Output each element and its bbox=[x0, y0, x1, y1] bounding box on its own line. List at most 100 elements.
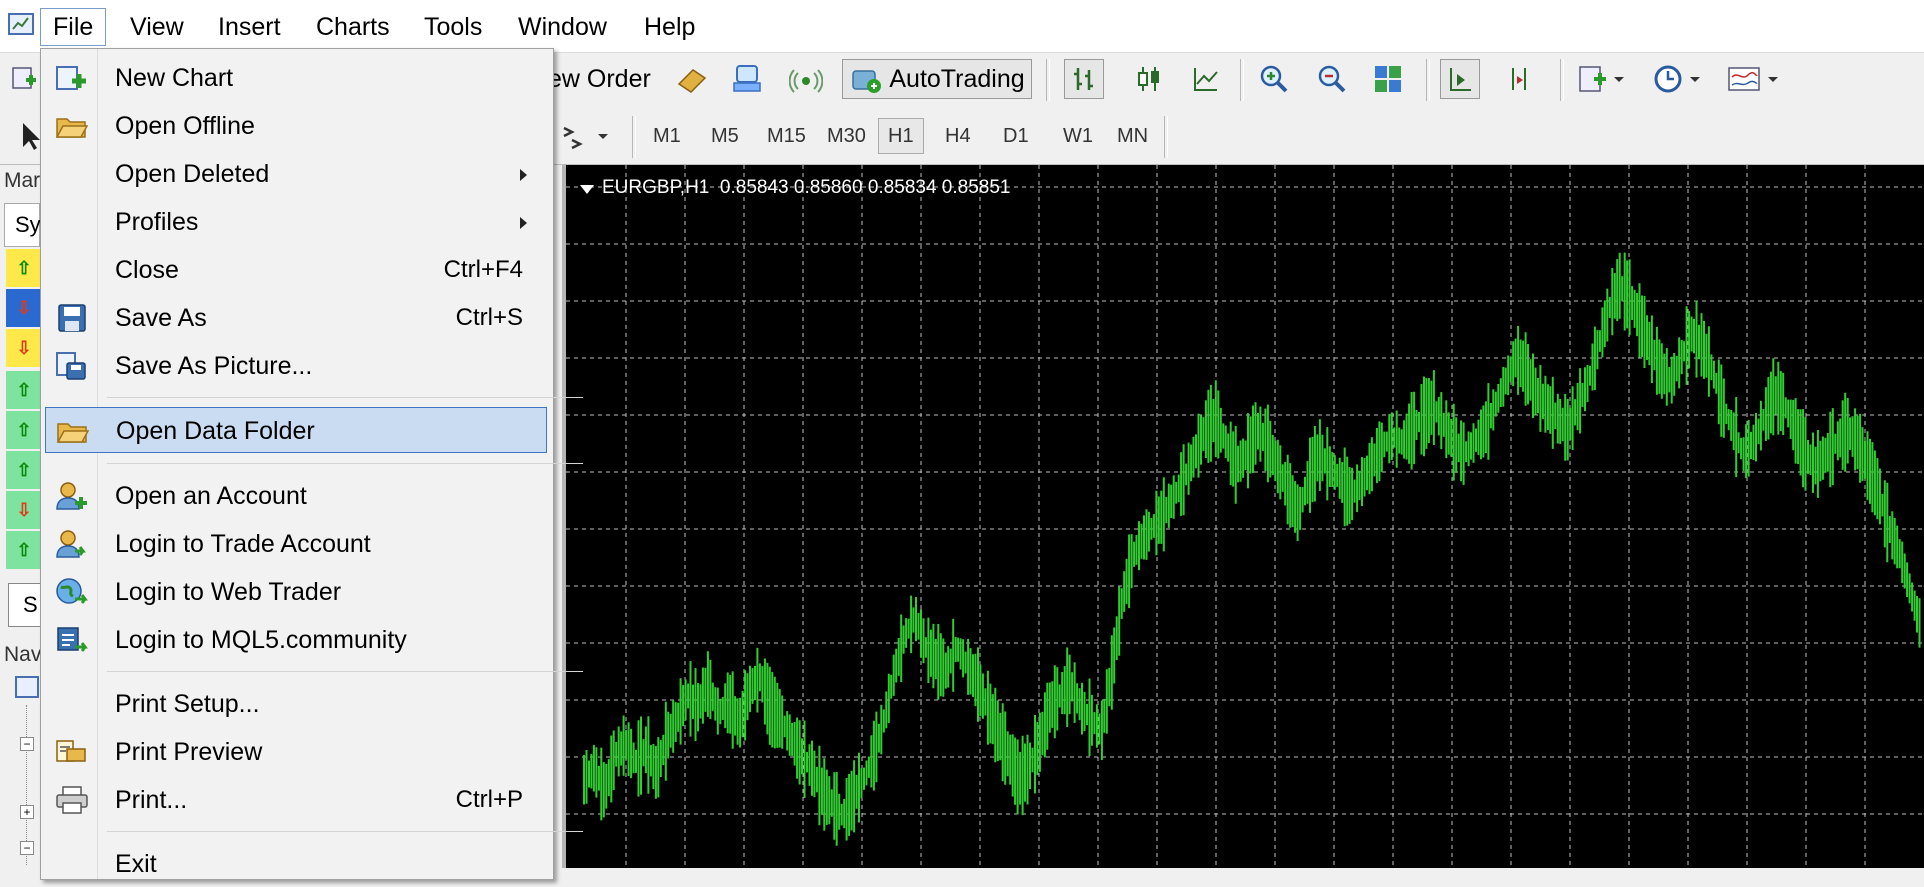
menu-view[interactable]: View bbox=[118, 8, 196, 46]
periods-dropdown-icon[interactable] bbox=[1650, 59, 1706, 99]
menu-item-save-as-picture[interactable]: Save As Picture... bbox=[45, 343, 547, 389]
quote-row[interactable]: ⇩ bbox=[6, 491, 42, 529]
tree-expand-icon[interactable]: + bbox=[20, 805, 34, 819]
menu-item-print-preview[interactable]: Print Preview bbox=[45, 729, 547, 775]
menu-separator bbox=[107, 463, 583, 464]
menu-item-label: Open Data Folder bbox=[116, 417, 315, 445]
menu-item-print[interactable]: Print... Ctrl+P bbox=[45, 777, 547, 823]
quote-row[interactable]: ⇧ bbox=[6, 451, 42, 489]
timeframe-m15[interactable]: M15 bbox=[758, 118, 815, 154]
toolbar-separator bbox=[1164, 116, 1168, 158]
menu-item-label: Save As Picture... bbox=[115, 352, 313, 380]
chart-shift-icon[interactable] bbox=[1500, 59, 1540, 99]
quote-row[interactable]: ⇧ bbox=[6, 249, 42, 287]
new-order-button[interactable]: ew Order bbox=[548, 59, 660, 99]
menu-item-open-data-folder[interactable]: Open Data Folder bbox=[45, 407, 547, 453]
zoom-in-icon[interactable] bbox=[1254, 59, 1294, 99]
market-watch-title: Mar bbox=[4, 169, 41, 192]
menu-help[interactable]: Help bbox=[632, 8, 707, 46]
quote-row[interactable]: ⇧ bbox=[6, 531, 42, 569]
quote-row[interactable]: ⇧ bbox=[6, 411, 42, 449]
arrow-up-icon: ⇧ bbox=[16, 459, 32, 480]
symbol-column-header[interactable]: Sy bbox=[4, 203, 41, 247]
menu-item-label: Open Offline bbox=[115, 112, 255, 140]
print-preview-icon bbox=[56, 740, 86, 762]
file-menu-dropdown: New Chart Open Offline Open Deleted Prof… bbox=[40, 48, 583, 880]
templates-dropdown-icon[interactable] bbox=[1724, 59, 1784, 99]
menu-file[interactable]: File bbox=[40, 8, 107, 46]
printer-icon bbox=[56, 786, 88, 814]
menu-item-login-trade-account[interactable]: Login to Trade Account bbox=[45, 521, 547, 567]
toolbar-separator bbox=[632, 116, 636, 158]
menu-item-label: Print Preview bbox=[115, 738, 263, 766]
menu-item-label: Print Setup... bbox=[115, 690, 260, 718]
timeframe-m1[interactable]: M1 bbox=[644, 118, 690, 154]
toolbar-separator bbox=[1240, 59, 1244, 101]
menu-item-new-chart[interactable]: New Chart bbox=[45, 55, 547, 101]
menu-charts[interactable]: Charts bbox=[304, 8, 402, 46]
menu-item-close[interactable]: Close Ctrl+F4 bbox=[45, 247, 547, 293]
timeframe-w1[interactable]: W1 bbox=[1054, 118, 1102, 154]
timeframe-m30[interactable]: M30 bbox=[818, 118, 875, 154]
menu-item-label: New Chart bbox=[115, 64, 234, 92]
toolbar-separator bbox=[1426, 59, 1430, 101]
menu-item-label: Open Deleted bbox=[115, 160, 270, 188]
new-chart-toolbar-icon[interactable] bbox=[8, 59, 40, 99]
timeframe-m5[interactable]: M5 bbox=[702, 118, 748, 154]
menu-window[interactable]: Window bbox=[506, 8, 619, 46]
folder-icon bbox=[56, 423, 90, 443]
menu-item-open-offline[interactable]: Open Offline bbox=[45, 103, 547, 149]
timeframe-h1[interactable]: H1 bbox=[878, 118, 924, 154]
market-watch-tab[interactable]: S bbox=[8, 583, 42, 627]
timeframe-mn[interactable]: MN bbox=[1108, 118, 1157, 154]
menu-item-print-setup[interactable]: Print Setup... bbox=[45, 681, 547, 727]
submenu-arrow-icon bbox=[520, 217, 527, 229]
mql5-login-icon bbox=[57, 627, 88, 652]
zoom-out-icon[interactable] bbox=[1312, 59, 1352, 99]
quote-row[interactable]: ⇩ bbox=[6, 329, 42, 367]
terminal-icon[interactable] bbox=[728, 59, 768, 99]
app-chart-icon[interactable] bbox=[8, 12, 36, 38]
tree-collapse-icon[interactable]: − bbox=[20, 841, 34, 855]
metaeditor-icon[interactable] bbox=[672, 59, 712, 99]
chart-menu-arrow-icon[interactable] bbox=[580, 185, 594, 194]
bar-chart-icon[interactable] bbox=[1064, 59, 1104, 99]
objects-dropdown-icon[interactable] bbox=[556, 116, 620, 156]
line-chart-icon[interactable] bbox=[1186, 59, 1226, 99]
quote-row[interactable]: ⇧ bbox=[6, 371, 42, 409]
timeframe-d1[interactable]: D1 bbox=[994, 118, 1038, 154]
menu-insert[interactable]: Insert bbox=[206, 8, 293, 46]
cursor-icon[interactable] bbox=[18, 116, 42, 156]
candlestick-icon[interactable] bbox=[1128, 59, 1168, 99]
menu-item-exit[interactable]: Exit bbox=[45, 841, 547, 887]
price-chart[interactable] bbox=[566, 165, 1924, 868]
menu-item-save-as[interactable]: Save As Ctrl+S bbox=[45, 295, 547, 341]
tile-windows-icon[interactable] bbox=[1368, 59, 1408, 99]
menu-item-label: Login to Web Trader bbox=[115, 578, 342, 606]
menu-item-login-web-trader[interactable]: Login to Web Trader bbox=[45, 569, 547, 615]
arrow-down-icon: ⇩ bbox=[16, 337, 32, 358]
auto-scroll-icon[interactable] bbox=[1440, 59, 1480, 99]
menu-item-shortcut: Ctrl+S bbox=[455, 304, 523, 331]
quote-row[interactable]: ⇩ bbox=[6, 289, 42, 327]
menu-item-profiles[interactable]: Profiles bbox=[45, 199, 547, 245]
menu-tools[interactable]: Tools bbox=[412, 8, 494, 46]
autotrading-icon bbox=[852, 70, 882, 93]
web-trader-icon bbox=[56, 578, 88, 604]
menu-item-open-deleted[interactable]: Open Deleted bbox=[45, 151, 547, 197]
autotrading-button[interactable]: AutoTrading bbox=[842, 59, 1032, 99]
arrow-down-icon: ⇩ bbox=[16, 499, 32, 520]
new-chart-icon bbox=[56, 66, 86, 90]
navigator-root-icon[interactable] bbox=[14, 675, 40, 701]
menu-item-open-an-account[interactable]: Open an Account bbox=[45, 473, 547, 519]
chart-window[interactable]: EURGBP,H1 0.85843 0.85860 0.85834 0.8585… bbox=[562, 165, 1924, 868]
menu-separator bbox=[107, 397, 583, 398]
indicators-dropdown-icon[interactable] bbox=[1574, 59, 1630, 99]
submenu-arrow-icon bbox=[520, 169, 527, 181]
tree-collapse-icon[interactable]: − bbox=[20, 737, 34, 751]
arrow-up-icon: ⇧ bbox=[16, 379, 32, 400]
signals-icon[interactable] bbox=[786, 59, 826, 99]
timeframe-h4[interactable]: H4 bbox=[936, 118, 980, 154]
menu-item-login-mql5[interactable]: Login to MQL5.community bbox=[45, 617, 547, 663]
floppy-disk-icon bbox=[58, 304, 86, 332]
